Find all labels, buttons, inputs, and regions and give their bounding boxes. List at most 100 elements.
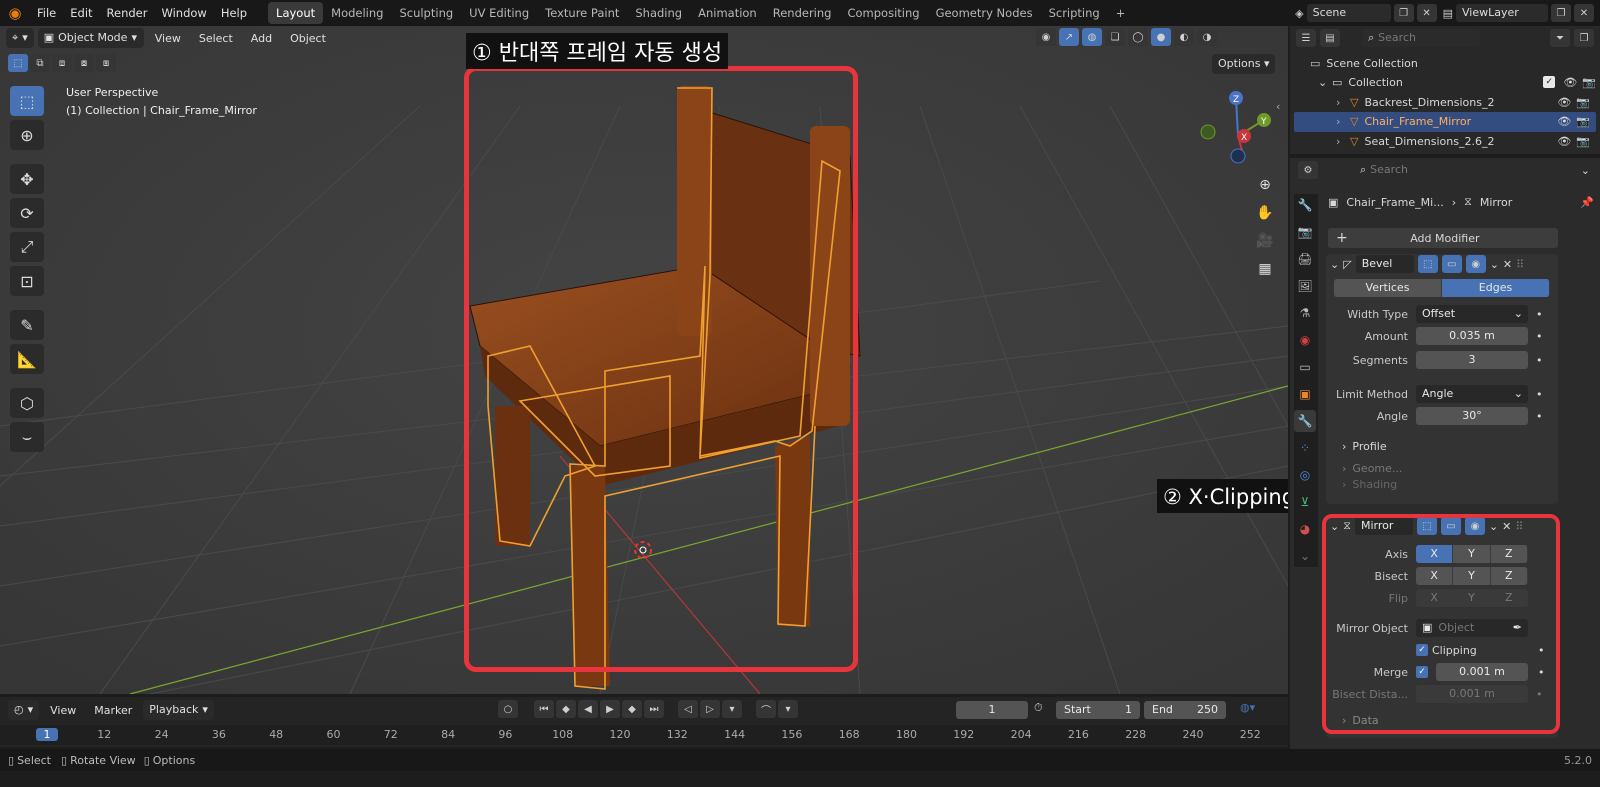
- camera-icon[interactable]: 📷: [1576, 135, 1590, 148]
- tab-rendering[interactable]: Rendering: [765, 2, 840, 24]
- outliner-item[interactable]: › ▽ Seat_Dimensions_2.6_2 👁 📷: [1294, 131, 1596, 151]
- move-tool-icon[interactable]: ✥: [10, 164, 44, 194]
- ortho-grid-icon[interactable]: ▦: [1252, 256, 1278, 282]
- timeline-editor-type[interactable]: ◴ ▾: [8, 700, 40, 720]
- width-type-dropdown[interactable]: Offset ⌄: [1416, 305, 1528, 323]
- camera-icon[interactable]: 📷: [1582, 76, 1596, 89]
- tab-modeling[interactable]: Modeling: [323, 2, 391, 24]
- measure-tool-icon[interactable]: 📐: [10, 344, 44, 374]
- prev-keyframe-icon[interactable]: ◆: [556, 700, 576, 718]
- menu-file[interactable]: File: [30, 0, 63, 26]
- pin-icon[interactable]: 📌: [1580, 196, 1594, 209]
- playback-dropdown[interactable]: Playback ▾: [143, 700, 214, 720]
- curve-tool-icon[interactable]: ⌣: [10, 422, 44, 452]
- add-workspace-button[interactable]: +: [1108, 2, 1134, 24]
- shading-subpanel[interactable]: › Shading: [1326, 474, 1558, 494]
- timeline-menu-view[interactable]: View: [43, 704, 83, 717]
- chevron-down-icon[interactable]: ⌄: [1490, 258, 1499, 271]
- particles-tab-icon[interactable]: ⁘: [1294, 437, 1316, 459]
- auto-key-menu-icon[interactable]: ▾: [778, 700, 798, 718]
- current-frame-field[interactable]: 1: [956, 701, 1028, 719]
- display-mode-icon[interactable]: ▤: [1320, 29, 1340, 47]
- next-keyframe-icon[interactable]: ◆: [622, 700, 642, 718]
- select-box-tool-icon[interactable]: ⬚: [10, 86, 44, 116]
- tab-geometry-nodes[interactable]: Geometry Nodes: [928, 2, 1041, 24]
- segments-field[interactable]: 3: [1416, 351, 1528, 369]
- properties-editor-type-icon[interactable]: ⚙: [1298, 161, 1318, 179]
- new-collection-icon[interactable]: ❐: [1574, 29, 1594, 47]
- material-shading-icon[interactable]: ◐: [1174, 28, 1194, 46]
- select-new-icon[interactable]: ⬚: [8, 54, 28, 72]
- annotate-tool-icon[interactable]: ✎: [10, 310, 44, 340]
- camera-icon[interactable]: 📷: [1576, 96, 1590, 109]
- transform-tool-icon[interactable]: ⊡: [10, 266, 44, 296]
- viewport-menu-add[interactable]: Add: [244, 32, 279, 45]
- animate-dot-icon[interactable]: •: [1536, 410, 1543, 423]
- jump-end-icon[interactable]: ⏭: [644, 700, 664, 718]
- add-modifier-button[interactable]: + Add Modifier: [1328, 228, 1558, 248]
- tab-animation[interactable]: Animation: [690, 2, 765, 24]
- 3d-viewport[interactable]: ⌖ ▾ ▣ Object Mode ▾ View Select Add Objec…: [0, 26, 1288, 694]
- cursor-tool-icon[interactable]: ⊕: [10, 120, 44, 150]
- object-tab-icon[interactable]: ▣: [1294, 383, 1316, 405]
- timer-icon[interactable]: ⏱: [1034, 701, 1043, 715]
- pan-hand-icon[interactable]: ✋: [1252, 200, 1278, 226]
- exclude-checkbox[interactable]: ✓: [1543, 76, 1556, 88]
- animate-dot-icon[interactable]: •: [1536, 388, 1543, 401]
- new-view-layer-icon[interactable]: ❐: [1551, 4, 1571, 22]
- render-toggle-icon[interactable]: ◉: [1465, 255, 1486, 273]
- collapse-arrow-icon[interactable]: ⌄: [1330, 258, 1339, 271]
- delete-view-layer-icon[interactable]: ✕: [1574, 4, 1594, 22]
- remove-modifier-icon[interactable]: ✕: [1503, 258, 1512, 271]
- expand-arrow-icon[interactable]: ›: [1336, 96, 1350, 109]
- keying-menu-icon[interactable]: ▾: [722, 700, 742, 718]
- gizmo-icon[interactable]: ↗: [1059, 28, 1079, 46]
- filter-icon[interactable]: ⏷: [1550, 29, 1570, 47]
- timeline-menu-marker[interactable]: Marker: [87, 704, 139, 717]
- render-tab-icon[interactable]: 📷: [1294, 221, 1316, 243]
- overlay-icon[interactable]: ◍: [1082, 28, 1102, 46]
- collection-row[interactable]: ⌄ ▭ Collection ✓ 👁 📷: [1318, 72, 1596, 92]
- rendered-shading-icon[interactable]: ◑: [1197, 28, 1217, 46]
- drag-handle-icon[interactable]: ⠿: [1516, 258, 1524, 271]
- playhead-sync-icon[interactable]: ◍▾: [1240, 701, 1255, 714]
- world-tab-icon[interactable]: ◉: [1294, 329, 1316, 351]
- scene-selector[interactable]: ◈ Scene ❐ ✕: [1295, 4, 1437, 22]
- eye-icon[interactable]: 👁: [1557, 115, 1571, 128]
- tab-layout[interactable]: Layout: [268, 2, 324, 24]
- bevel-name-field[interactable]: Bevel: [1355, 255, 1414, 273]
- blender-logo-icon[interactable]: ◉: [0, 0, 30, 26]
- more-tabs-icon[interactable]: ⌄: [1294, 545, 1316, 567]
- outliner-item[interactable]: › ▽ Backrest_Dimensions_2 👁 📷: [1294, 92, 1596, 112]
- record-icon[interactable]: ○: [498, 700, 518, 718]
- start-frame-field[interactable]: Start 1: [1056, 701, 1140, 719]
- eye-icon[interactable]: 👁: [1557, 96, 1571, 109]
- properties-search[interactable]: ⌕ Search: [1354, 161, 1530, 179]
- frame-ruler[interactable]: 1 12 24 36 48 60 72 84 96 108 120 132 144 156 168 180 19…: [0, 725, 1288, 745]
- scene-name-field[interactable]: Scene: [1306, 4, 1391, 22]
- menu-help[interactable]: Help: [214, 0, 254, 26]
- eye-icon[interactable]: 👁: [1563, 76, 1577, 89]
- scale-tool-icon[interactable]: ⤢: [10, 232, 44, 262]
- add-cube-tool-icon[interactable]: ⬡: [10, 388, 44, 418]
- tab-sculpting[interactable]: Sculpting: [391, 2, 461, 24]
- camera-icon[interactable]: 📷: [1576, 115, 1590, 128]
- mode-selector[interactable]: ▣ Object Mode ▾: [37, 28, 144, 48]
- output-tab-icon[interactable]: 🖨: [1294, 248, 1316, 270]
- tab-shading[interactable]: Shading: [627, 2, 690, 24]
- view-layer-name-field[interactable]: ViewLayer: [1456, 4, 1548, 22]
- delete-scene-icon[interactable]: ✕: [1416, 4, 1437, 22]
- animate-dot-icon[interactable]: •: [1536, 354, 1543, 367]
- jump-start-icon[interactable]: ⏮: [534, 700, 554, 718]
- editor-type-button[interactable]: ⌖ ▾: [6, 28, 34, 48]
- outliner-search[interactable]: ⌕ Search: [1362, 29, 1480, 47]
- zoom-icon[interactable]: ⊕: [1252, 172, 1278, 198]
- eye-icon[interactable]: 👁: [1557, 135, 1571, 148]
- expand-arrow-icon[interactable]: ›: [1336, 135, 1350, 148]
- tab-scripting[interactable]: Scripting: [1041, 2, 1108, 24]
- tool-tab-icon[interactable]: 🔧: [1294, 194, 1316, 216]
- navigation-gizmo[interactable]: Z Y X: [1198, 90, 1278, 170]
- tab-uv-editing[interactable]: UV Editing: [461, 2, 537, 24]
- play-reverse-icon[interactable]: ◀: [578, 700, 598, 718]
- viewport-toggle-icon[interactable]: ▭: [1441, 255, 1462, 273]
